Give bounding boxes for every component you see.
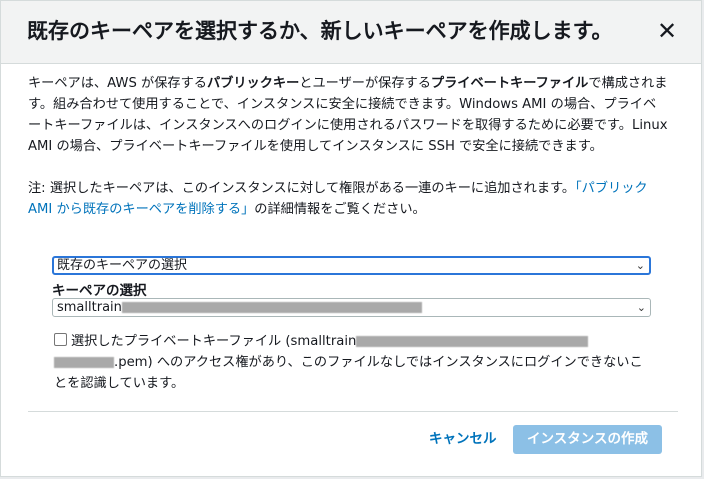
- footer-divider: [28, 411, 678, 412]
- launch-instance-button[interactable]: インスタンスの作成: [513, 425, 662, 454]
- close-icon[interactable]: ✕: [655, 19, 679, 43]
- cancel-button[interactable]: キャンセル: [429, 429, 497, 449]
- redacted-key-name: [121, 302, 422, 313]
- intro-paragraph: キーペアは、AWS が保存するパブリックキーとユーザーが保存するプライベートキー…: [28, 73, 668, 157]
- key-pair-select[interactable]: smalltrain ⌄: [52, 298, 651, 317]
- redacted-key-file: [356, 335, 589, 347]
- chevron-down-icon: ⌄: [635, 259, 645, 272]
- acknowledge-block: 選択したプライベートキーファイル (smalltrain .pem) へのアクセス…: [54, 331, 654, 394]
- acknowledge-checkbox[interactable]: [54, 333, 67, 346]
- key-pair-type-value: 既存のキーペアの選択: [57, 258, 188, 273]
- private-key-file-term: プライベートキーファイル: [430, 76, 589, 91]
- acknowledge-text-2: .pem) へのアクセス権があり、このファイルなしではインスタンスにログインでき…: [54, 355, 643, 391]
- intro-text-2: とユーザーが保存する: [299, 76, 431, 91]
- key-pair-dialog: 既存のキーペアを選択するか、新しいキーペアを作成します。 ✕ キーペアは、AWS…: [0, 0, 702, 477]
- key-pair-value: smalltrain: [57, 300, 122, 315]
- chevron-down-icon: ⌄: [636, 301, 646, 314]
- note-text: 注: 選択したキーペアは、このインスタンスに対して権限がある一連のキーに追加され…: [28, 181, 576, 196]
- dialog-body: キーペアは、AWS が保存するパブリックキーとユーザーが保存するプライベートキー…: [28, 73, 668, 220]
- public-key-term: パブリックキー: [206, 76, 300, 91]
- dialog-header: 既存のキーペアを選択するか、新しいキーペアを作成します。 ✕: [1, 1, 701, 64]
- key-pair-select-label: キーペアの選択: [52, 283, 147, 299]
- key-pair-type-select[interactable]: 既存のキーペアの選択 ⌄: [52, 256, 651, 275]
- note-paragraph: 注: 選択したキーペアは、このインスタンスに対して権限がある一連のキーに追加され…: [28, 178, 668, 220]
- note-suffix: の詳細情報をご覧ください。: [254, 202, 426, 217]
- redacted-key-file-2: [54, 356, 114, 368]
- acknowledge-text-1: 選択したプライベートキーファイル (smalltrain: [71, 334, 357, 349]
- intro-text-1: キーペアは、AWS が保存する: [28, 76, 207, 91]
- dialog-title: 既存のキーペアを選択するか、新しいキーペアを作成します。: [27, 19, 613, 43]
